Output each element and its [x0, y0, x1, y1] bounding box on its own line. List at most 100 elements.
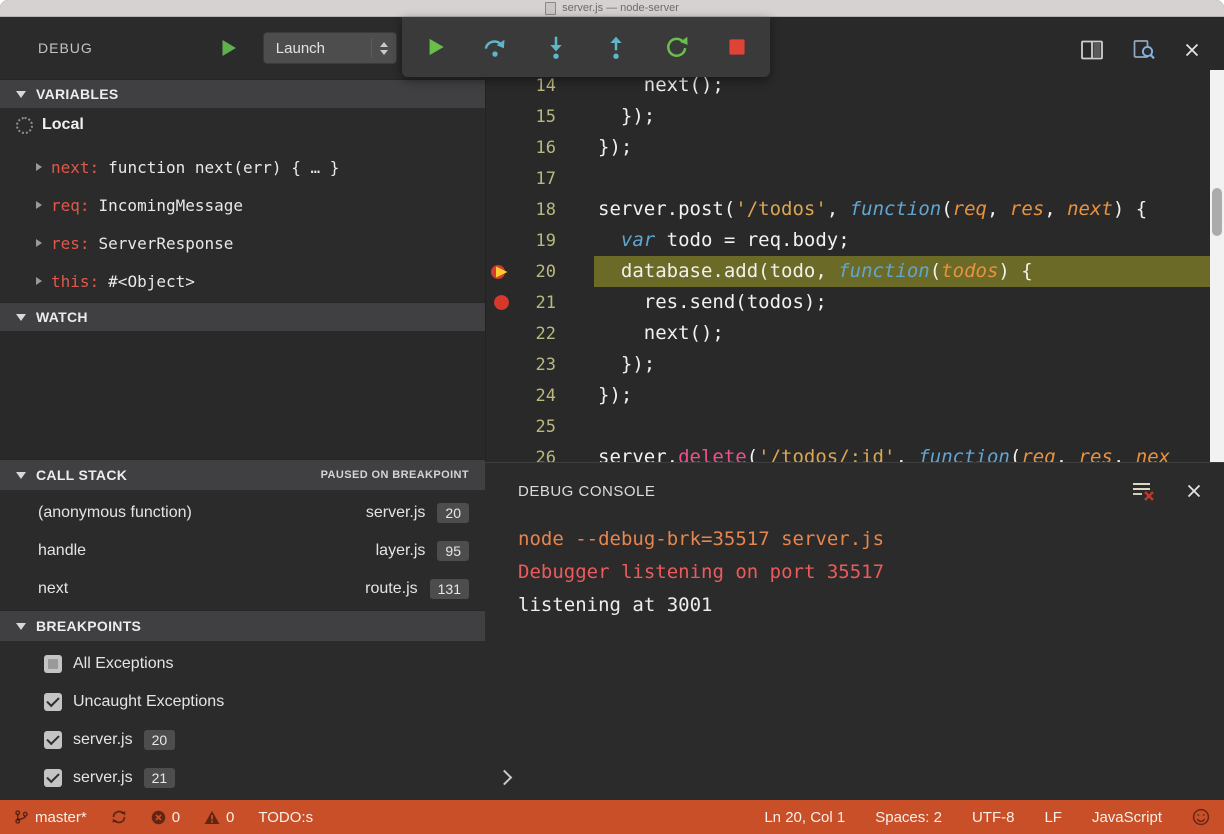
line-number: 17	[516, 169, 556, 189]
watch-section-header[interactable]: WATCH	[0, 302, 485, 331]
code-line: 19 var todo = req.body;	[486, 225, 1224, 256]
callstack-list: (anonymous function)server.js20handlelay…	[0, 490, 485, 610]
status-smiley[interactable]	[1192, 808, 1210, 826]
chevron-right-icon	[36, 239, 42, 247]
line-number: 14	[516, 76, 556, 96]
callstack-section-header[interactable]: CALL STACK PAUSED ON BREAKPOINT	[0, 459, 485, 490]
variables-section-header[interactable]: VARIABLES	[0, 79, 485, 108]
restart-button[interactable]	[660, 30, 694, 64]
status-javascript[interactable]: JavaScript	[1092, 809, 1162, 826]
scrollbar-thumb[interactable]	[1212, 188, 1222, 236]
frame-file: route.js	[365, 580, 417, 598]
sync-icon	[111, 809, 127, 825]
breakpoint-label: All Exceptions	[73, 655, 174, 673]
split-editor-icon[interactable]	[1080, 39, 1104, 61]
variable-row[interactable]: this:#<Object>	[0, 262, 485, 300]
code-text[interactable]	[594, 163, 1224, 194]
code-text[interactable]: res.send(todos);	[594, 287, 1224, 318]
code-lines: 14 next(); 15 });16}); 17 18 server.post('/t…	[486, 70, 1224, 462]
status-ln-20-col-1[interactable]: Ln 20, Col 1	[764, 809, 845, 826]
code-text[interactable]: next();	[594, 318, 1224, 349]
code-text[interactable]: });	[594, 101, 1224, 132]
code-token: res.send(todos);	[598, 291, 827, 313]
status-label: master*	[35, 809, 87, 826]
breakpoint-checkbox[interactable]	[44, 769, 62, 787]
code-text[interactable]: var todo = req.body;	[594, 225, 1224, 256]
status-lf[interactable]: LF	[1044, 809, 1062, 826]
code-text[interactable]	[594, 411, 1224, 442]
callstack-section-title: CALL STACK	[36, 467, 127, 483]
code-token: (	[941, 198, 952, 220]
clear-console-icon[interactable]	[1130, 479, 1156, 503]
code-line: 16});	[486, 132, 1224, 163]
breakpoint-checkbox[interactable]	[44, 655, 62, 673]
breakpoints-section-header[interactable]: BREAKPOINTS	[0, 610, 485, 641]
breakpoint-row[interactable]: Uncaught Exceptions	[0, 683, 485, 721]
breakpoint-row[interactable]: server.js21	[0, 759, 485, 797]
variable-name: res:	[51, 234, 90, 253]
breakpoint-icon[interactable]	[486, 294, 516, 311]
continue-button[interactable]	[418, 30, 452, 64]
callstack-frame[interactable]: nextroute.js131	[0, 570, 485, 608]
editor[interactable]: 14 next(); 15 });16}); 17 18 server.post('/t…	[485, 17, 1224, 462]
line-number: 18	[516, 200, 556, 220]
code-token: ,	[1044, 198, 1067, 220]
step-into-button[interactable]	[539, 30, 573, 64]
twisty-expanded-icon	[16, 623, 26, 630]
variable-row[interactable]: next:function next(err) { … }	[0, 148, 485, 186]
frame-name: (anonymous function)	[38, 504, 192, 522]
code-text[interactable]: });	[594, 132, 1224, 163]
breakpoint-row[interactable]: server.js20	[0, 721, 485, 759]
check-icon	[46, 770, 59, 783]
breakpoints-section-title: BREAKPOINTS	[36, 618, 141, 634]
code-token: ,	[827, 198, 850, 220]
console-line: listening at 3001	[518, 589, 1224, 622]
status-sync[interactable]	[111, 809, 127, 825]
code-text[interactable]: });	[594, 380, 1224, 411]
code-text[interactable]: });	[594, 349, 1224, 380]
status-master[interactable]: master*	[14, 809, 87, 826]
titlebar: server.js — node-server	[0, 0, 1224, 17]
breakpoint-checkbox[interactable]	[44, 731, 62, 749]
step-out-button[interactable]	[599, 30, 633, 64]
line-number: 20	[516, 262, 556, 282]
launch-config-select[interactable]: Launch	[263, 32, 397, 64]
start-debug-button[interactable]	[221, 39, 237, 57]
status-utf-8[interactable]: UTF-8	[972, 809, 1015, 826]
editor-scrollbar[interactable]	[1210, 70, 1224, 462]
variable-row[interactable]: req:IncomingMessage	[0, 186, 485, 224]
code-text[interactable]: server.delete('/todos/:id', function(req…	[594, 442, 1224, 462]
code-line: 15 });	[486, 101, 1224, 132]
code-line: 24});	[486, 380, 1224, 411]
variable-row[interactable]: res:ServerResponse	[0, 224, 485, 262]
scope-local[interactable]: Local	[0, 108, 485, 142]
status-0[interactable]: 0	[204, 809, 234, 826]
frame-name: handle	[38, 542, 86, 560]
search-editor-icon[interactable]	[1132, 38, 1156, 62]
close-console-icon[interactable]	[1186, 483, 1202, 499]
close-editor-icon[interactable]	[1184, 42, 1200, 58]
debug-console-title: DEBUG CONSOLE	[518, 483, 655, 500]
debug-current-line-icon[interactable]	[486, 263, 516, 281]
code-text[interactable]: database.add(todo, function(todos) {	[594, 256, 1224, 287]
code-token: next();	[598, 322, 724, 344]
stop-button[interactable]	[720, 30, 754, 64]
step-over-button[interactable]	[478, 30, 512, 64]
debug-console-header: DEBUG CONSOLE	[485, 463, 1224, 503]
status-todo-s[interactable]: TODO:s	[258, 809, 313, 826]
code-text[interactable]: server.post('/todos', function(req, res,…	[594, 194, 1224, 225]
line-number: 22	[516, 324, 556, 344]
console-input-row[interactable]	[485, 766, 1224, 792]
callstack-frame[interactable]: (anonymous function)server.js20	[0, 494, 485, 532]
paused-status-badge: PAUSED ON BREAKPOINT	[321, 469, 469, 481]
breakpoint-label: server.js	[73, 769, 133, 787]
breakpoint-row[interactable]: All Exceptions	[0, 645, 485, 683]
line-number: 21	[516, 293, 556, 313]
chevron-right-icon	[36, 201, 42, 209]
twisty-expanded-icon	[16, 472, 26, 479]
check-icon	[46, 694, 59, 707]
callstack-frame[interactable]: handlelayer.js95	[0, 532, 485, 570]
status-spaces-2[interactable]: Spaces: 2	[875, 809, 942, 826]
status-0[interactable]: 0	[151, 809, 180, 826]
breakpoint-checkbox[interactable]	[44, 693, 62, 711]
